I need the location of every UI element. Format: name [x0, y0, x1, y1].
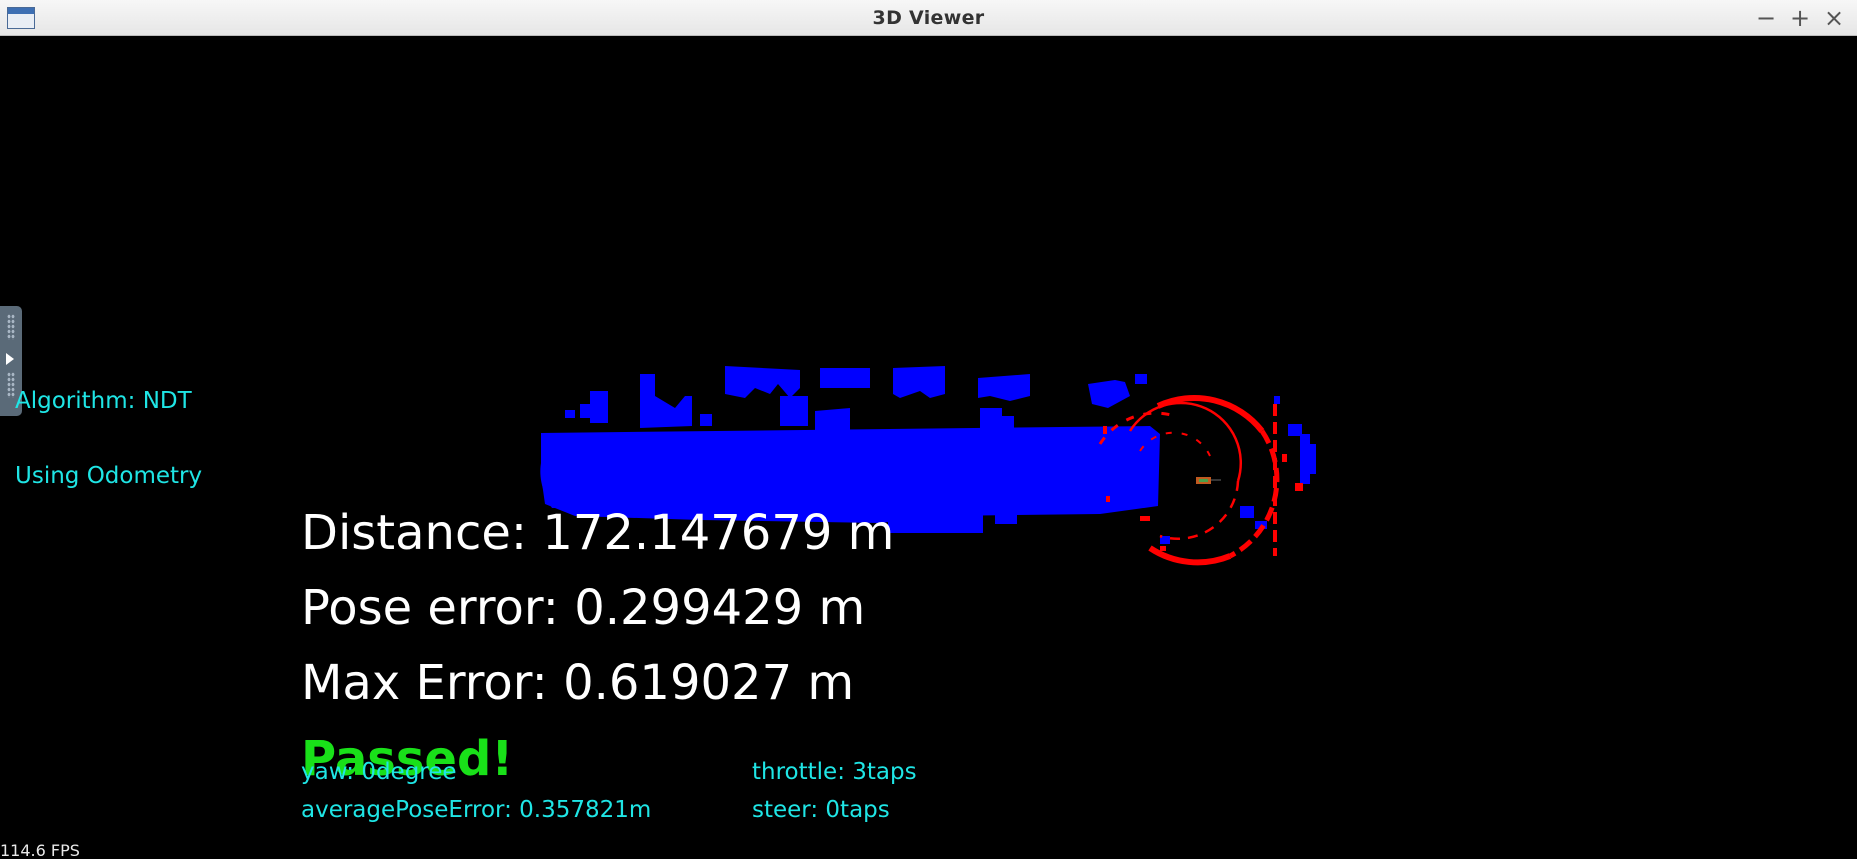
- close-button[interactable]: ×: [1820, 4, 1848, 32]
- algorithm-label: Algorithm: NDT: [15, 388, 192, 414]
- throttle-readout: throttle: 3taps: [752, 759, 917, 785]
- viewer-window: 3D Viewer − + × Algorithm: NDT Using Odo…: [0, 0, 1857, 859]
- distance-readout: Distance: 172.147679 m: [301, 505, 895, 561]
- fps-counter: 114.6 FPS: [0, 841, 80, 859]
- window-title: 3D Viewer: [872, 7, 985, 29]
- vehicle-marker: [1196, 477, 1221, 484]
- yaw-readout: yaw: 0degree: [301, 759, 457, 785]
- steer-readout: steer: 0taps: [752, 797, 890, 823]
- minimize-button[interactable]: −: [1752, 4, 1780, 32]
- odometry-label: Using Odometry: [15, 463, 203, 489]
- panel-expand-icon: [6, 353, 14, 365]
- grip-dots-bottom: [7, 372, 15, 398]
- point-cloud-scene: [540, 366, 1316, 566]
- pose-error-readout: Pose error: 0.299429 m: [301, 580, 866, 636]
- title-bar[interactable]: 3D Viewer − + ×: [0, 0, 1857, 36]
- grip-dots-top: [7, 314, 15, 340]
- 3d-viewport[interactable]: Algorithm: NDT Using Odometry Distance: …: [0, 36, 1857, 859]
- average-pose-error-readout: averagePoseError: 0.357821m: [301, 797, 652, 823]
- max-error-readout: Max Error: 0.619027 m: [301, 655, 855, 711]
- maximize-button[interactable]: +: [1786, 4, 1814, 32]
